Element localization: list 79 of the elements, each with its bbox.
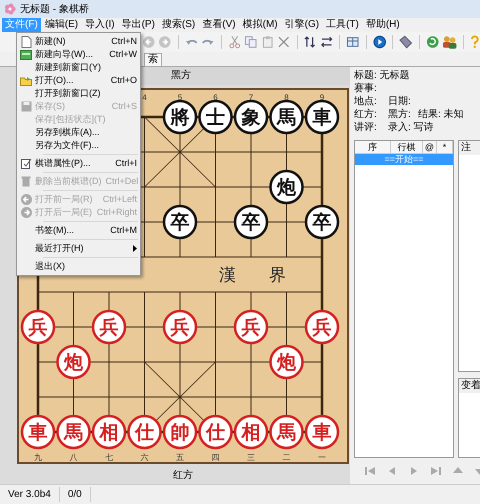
- file-number: 三: [247, 453, 255, 462]
- menu-item[interactable]: 书签(M)... Ctrl+M: [17, 224, 140, 237]
- file-number: 五: [176, 453, 184, 462]
- side-label: 红方: [173, 468, 193, 483]
- back-icon[interactable]: [142, 35, 156, 49]
- menu-title[interactable]: 工具(T): [323, 18, 362, 32]
- info-field: 日期:: [388, 96, 418, 108]
- column-header[interactable]: @: [423, 141, 437, 153]
- window-title: 无标题 - 象棋桥: [20, 2, 89, 16]
- menu-title[interactable]: 搜索(S): [158, 18, 198, 32]
- file-number: 一: [318, 453, 326, 462]
- paste-icon[interactable]: [260, 35, 274, 49]
- menu-item[interactable]: 退出(X): [17, 260, 140, 273]
- menu-title[interactable]: 模拟(M): [240, 18, 281, 32]
- file-number: 6: [213, 93, 218, 102]
- swap-icon[interactable]: [320, 35, 334, 49]
- document-icon: [20, 158, 32, 169]
- board-icon[interactable]: [346, 35, 360, 49]
- nav-button[interactable]: [364, 465, 376, 477]
- file-number: 7: [248, 93, 254, 102]
- info-field: 赛事:: [354, 83, 388, 95]
- info-field: 讲评:: [354, 122, 388, 134]
- nav-button[interactable]: [430, 465, 442, 477]
- play-icon[interactable]: [372, 35, 386, 49]
- menu-item[interactable]: 另存为文件(F)...: [17, 139, 140, 152]
- info-field: 标题: 无标题: [354, 70, 412, 82]
- menu-title[interactable]: 编辑(E): [42, 18, 82, 32]
- submenu-arrow-icon: [133, 245, 137, 252]
- file-number: 四: [212, 453, 220, 462]
- column-header[interactable]: 序: [355, 141, 391, 153]
- help-icon[interactable]: [470, 35, 480, 49]
- forward-icon[interactable]: [158, 35, 172, 49]
- menu-title[interactable]: 引擎(G): [282, 18, 322, 32]
- delete-icon[interactable]: [277, 35, 291, 49]
- river-label: 界: [269, 266, 286, 284]
- panel-tab[interactable]: 注: [459, 141, 480, 155]
- cut-icon[interactable]: [228, 35, 242, 49]
- file-number: 5: [178, 93, 182, 102]
- menu-title[interactable]: 导入(I): [82, 18, 118, 32]
- menu-title[interactable]: 导出(P): [118, 18, 158, 32]
- copy-icon[interactable]: [244, 35, 258, 49]
- column-header[interactable]: *: [437, 141, 453, 153]
- tab[interactable]: 索: [144, 53, 162, 66]
- file-number: 二: [282, 453, 290, 462]
- left-arrow-icon: [20, 194, 32, 205]
- menu-item[interactable]: 新建向导(W)... Ctrl+W: [17, 48, 140, 61]
- info-field: 结果: 未知: [418, 109, 464, 121]
- menu-item[interactable]: 最近打开(H): [17, 242, 140, 255]
- folder-icon: [20, 76, 32, 86]
- status-text: Ver 3.0b4: [0, 487, 60, 502]
- menu-title[interactable]: 查看(V): [199, 18, 239, 32]
- swap-vertical-icon[interactable]: [303, 35, 317, 49]
- file-number: 七: [105, 453, 113, 462]
- page-icon: [20, 36, 32, 48]
- river-label: 漢: [219, 266, 236, 284]
- file-number: 9: [320, 93, 324, 102]
- people-icon[interactable]: [442, 35, 458, 49]
- refresh-icon[interactable]: [426, 35, 440, 49]
- file-number: 九: [34, 453, 42, 462]
- column-header[interactable]: 行棋: [391, 141, 423, 153]
- flower-icon: [4, 3, 16, 15]
- menu-item[interactable]: 打开(O)... Ctrl+O: [17, 74, 140, 87]
- window-icon: [20, 50, 32, 60]
- file-number: 六: [140, 453, 148, 462]
- info-field: 黑方:: [388, 109, 418, 121]
- trash-icon: [21, 176, 31, 187]
- right-arrow-icon: [20, 207, 32, 218]
- file-number: 八: [70, 453, 78, 462]
- file-number: 8: [284, 93, 289, 102]
- file-number: 4: [142, 93, 147, 102]
- menu-item[interactable]: 棋谱属性(P)... Ctrl+I: [17, 157, 140, 170]
- menu-title[interactable]: 帮助(H): [362, 18, 403, 32]
- info-field: 地点:: [354, 96, 388, 108]
- menu-item[interactable]: 另存到棋库(A)...: [17, 126, 140, 139]
- menu-item[interactable]: 新建(N) Ctrl+N: [17, 35, 140, 48]
- info-field: 红方:: [354, 109, 388, 121]
- info-field: 录入: 写诗: [388, 122, 436, 134]
- menu-item[interactable]: 打开到新窗口(Z): [17, 87, 140, 100]
- status-text: 0/0: [60, 487, 91, 502]
